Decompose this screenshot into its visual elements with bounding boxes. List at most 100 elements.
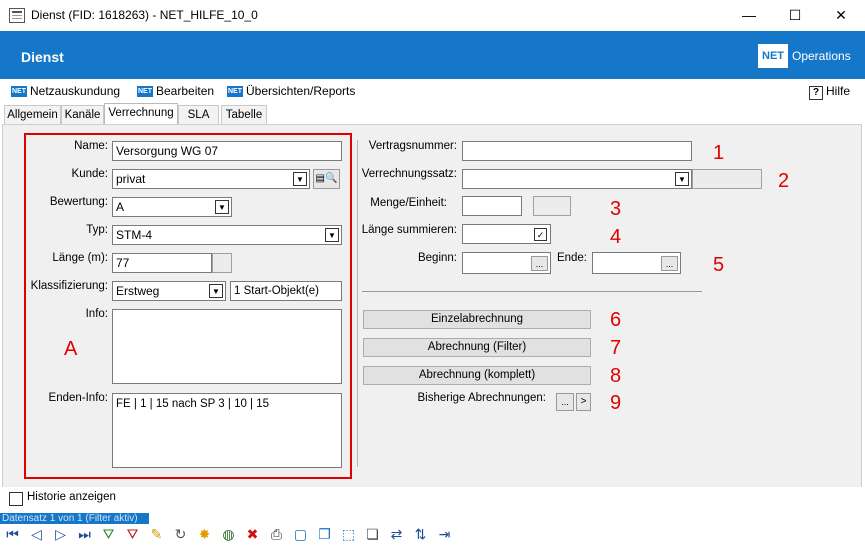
history-checkbox[interactable] xyxy=(9,492,23,506)
delete-icon[interactable]: ✖ xyxy=(244,526,261,543)
chevron-down-icon[interactable]: ▼ xyxy=(215,200,229,214)
kunde-label: Kunde: xyxy=(71,168,108,180)
help-button[interactable]: ? Hilfe xyxy=(809,84,850,100)
chevron-down-icon[interactable]: ▼ xyxy=(209,284,223,298)
abrechnung-filter-button[interactable]: Abrechnung (Filter) xyxy=(363,338,591,357)
menu-bearbeiten[interactable]: NET Bearbeiten xyxy=(137,84,214,100)
customer-search-button[interactable]: ▤🔍 xyxy=(313,169,340,189)
close-button[interactable]: ✕ xyxy=(818,0,864,31)
start-object-count: 1 Start-Objekt(e) xyxy=(230,281,342,301)
maximize-button[interactable]: ☐ xyxy=(772,0,818,31)
beginn-picker-button[interactable]: ... xyxy=(531,256,548,271)
annotation-number-7: 7 xyxy=(610,337,622,359)
vertragsnummer-input[interactable] xyxy=(462,141,692,161)
tab-verrechnung[interactable]: Verrechnung xyxy=(104,103,178,125)
annotation-number-5: 5 xyxy=(713,254,725,276)
kunde-select[interactable]: privat ▼ xyxy=(112,169,310,189)
typ-label: Typ: xyxy=(86,224,108,236)
first-record-icon[interactable]: ⏮ xyxy=(4,526,21,543)
tab-kanaele[interactable]: Kanäle xyxy=(61,105,104,124)
status-bar: Datensatz 1 von 1 (Filter aktiv) xyxy=(0,513,149,524)
annotation-number-8: 8 xyxy=(610,365,622,387)
search-list-icon: ▤🔍 xyxy=(315,173,338,184)
globe-icon[interactable]: ◍ xyxy=(220,526,237,543)
app-window-icon xyxy=(9,8,25,23)
check-icon[interactable]: ✓ xyxy=(534,228,547,241)
refresh-icon[interactable]: ↻ xyxy=(172,526,189,543)
enden-info-textarea[interactable]: FE | 1 | 15 nach SP 3 | 10 | 15 xyxy=(112,393,342,468)
edit-icon[interactable]: ✎ xyxy=(148,526,165,543)
verrechnungssatz-label: Verrechnungssatz: xyxy=(361,168,457,180)
vertical-divider xyxy=(357,140,358,467)
footer-bar: Historie anzeigen xyxy=(0,487,865,513)
history-label: Historie anzeigen xyxy=(27,491,116,503)
new-icon[interactable]: ✸ xyxy=(196,526,213,543)
copy-icon[interactable]: ▢ xyxy=(292,526,309,543)
name-input[interactable]: Versorgung WG 07 xyxy=(112,141,342,161)
bewertung-value: A xyxy=(116,200,125,214)
chevron-down-icon[interactable]: ▼ xyxy=(325,228,339,242)
verrechnungssatz-info-box xyxy=(692,169,762,189)
menu-label: Übersichten/Reports xyxy=(246,84,356,98)
bisherige-ellipsis-button[interactable]: ... xyxy=(556,393,574,411)
layers-icon[interactable]: ❏ xyxy=(364,526,381,543)
info-textarea[interactable] xyxy=(112,309,342,384)
help-icon: ? xyxy=(809,86,823,100)
chevron-down-icon[interactable]: ▼ xyxy=(675,172,689,186)
bewertung-select[interactable]: A ▼ xyxy=(112,197,232,217)
typ-select[interactable]: STM-4 ▼ xyxy=(112,225,342,245)
ende-label: Ende: xyxy=(556,252,587,264)
duplicate-icon[interactable]: ❐ xyxy=(316,526,333,543)
print-icon[interactable]: ⎙ xyxy=(268,526,285,543)
abrechnung-komplett-button[interactable]: Abrechnung (komplett) xyxy=(363,366,591,385)
window-title: Dienst (FID: 1618263) - NET_HILFE_10_0 xyxy=(31,8,258,22)
verrechnungssatz-select[interactable]: ▼ xyxy=(462,169,692,189)
ende-picker-button[interactable]: ... xyxy=(661,256,678,271)
page-title: Dienst xyxy=(21,49,64,65)
einzelabrechnung-button[interactable]: Einzelabrechnung xyxy=(363,310,591,329)
logo-caption: Operations xyxy=(792,49,851,63)
select-icon[interactable]: ⬚ xyxy=(340,526,357,543)
laenge-unit-box xyxy=(212,253,232,273)
enden-info-label: Enden-Info: xyxy=(48,392,108,404)
minimize-button[interactable]: — xyxy=(726,0,772,31)
help-label: Hilfe xyxy=(826,84,851,98)
klassifizierung-label: Klassifizierung: xyxy=(30,280,108,292)
beginn-label: Beginn: xyxy=(417,252,457,264)
kunde-value: privat xyxy=(116,172,146,186)
laenge-input[interactable]: 77 xyxy=(112,253,212,273)
exit-icon[interactable]: ⇥ xyxy=(436,526,453,543)
menge-input[interactable] xyxy=(462,196,522,216)
horizontal-divider xyxy=(362,291,702,292)
chevron-down-icon[interactable]: ▼ xyxy=(293,172,307,186)
bewertung-label: Bewertung: xyxy=(49,196,108,208)
previous-record-icon[interactable]: ◁ xyxy=(28,526,45,543)
menu-label: Bearbeiten xyxy=(156,84,215,98)
info-label: Info: xyxy=(85,308,108,320)
transfer-icon[interactable]: ⇄ xyxy=(388,526,405,543)
annotation-marker-a: A xyxy=(64,338,78,360)
tab-allgemein[interactable]: Allgemein xyxy=(4,105,61,124)
tab-sla[interactable]: SLA xyxy=(178,105,219,124)
annotation-number-4: 4 xyxy=(610,226,622,248)
app-header: Dienst NET Operations xyxy=(0,31,865,79)
beginn-date-input[interactable]: ... xyxy=(462,252,551,274)
net-logo-icon: NET xyxy=(11,86,27,98)
annotation-number-2: 2 xyxy=(778,170,790,192)
menu-netzauskundung[interactable]: NET Netzauskundung xyxy=(11,84,120,100)
columns-icon[interactable]: ⇅ xyxy=(412,526,429,543)
last-record-icon[interactable]: ⏭ xyxy=(76,526,93,543)
bisherige-next-button[interactable]: > xyxy=(576,393,591,411)
net-logo-icon: NET xyxy=(137,86,153,98)
menu-uebersichten[interactable]: NET Übersichten/Reports xyxy=(227,84,355,100)
laenge-summieren-field[interactable]: ✓ xyxy=(462,224,551,244)
typ-value: STM-4 xyxy=(116,228,152,242)
title-bar: Dienst (FID: 1618263) - NET_HILFE_10_0 —… xyxy=(0,0,865,31)
next-record-icon[interactable]: ▷ xyxy=(52,526,69,543)
filter-add-icon[interactable]: ⛛ xyxy=(100,526,117,543)
filter-remove-icon[interactable]: ⛛ xyxy=(124,526,141,543)
klassifizierung-select[interactable]: Erstweg ▼ xyxy=(112,281,226,301)
ende-date-input[interactable]: ... xyxy=(592,252,681,274)
laenge-summieren-label: Länge summieren: xyxy=(361,224,457,236)
tab-tabelle[interactable]: Tabelle xyxy=(221,105,267,124)
